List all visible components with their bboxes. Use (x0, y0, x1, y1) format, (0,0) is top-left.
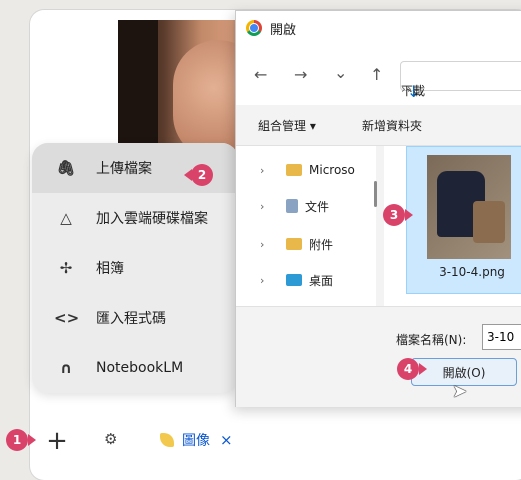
image-chip-label: 圖像 (182, 433, 210, 449)
back-icon[interactable]: ← (254, 65, 267, 84)
organize-button[interactable]: 組合管理 ▾ (258, 117, 316, 134)
filename-label: 檔案名稱(N): (396, 333, 467, 347)
menu-item-label: 上傳檔案 (96, 161, 152, 177)
menu-item-import-code[interactable]: <> 匯入程式碼 (32, 293, 238, 343)
tree-item-label: 桌面 (309, 273, 334, 288)
tree-item-microsoft[interactable]: › Microso (236, 152, 376, 188)
address-bar[interactable]: ↓ › 下載 › (400, 61, 521, 101)
step-badge-1: 1 (6, 429, 28, 451)
close-icon[interactable]: × (220, 431, 233, 449)
new-folder-button[interactable]: 新增資料夾 (362, 117, 422, 134)
dialog-titlebar: 開啟 (236, 11, 521, 45)
paperclip-icon: 🖇 (56, 159, 76, 177)
file-item-selected[interactable]: 3-10-4.png (406, 146, 521, 294)
dialog-title: 開啟 (270, 22, 297, 38)
tools-icon[interactable]: ⚙ (104, 430, 117, 448)
file-name-label: 3-10-4.png (439, 265, 505, 279)
filename-input[interactable]: 3-10 (482, 324, 521, 350)
menu-item-label: 匯入程式碼 (96, 311, 166, 327)
image-chip[interactable]: 圖像 × (160, 430, 233, 450)
tree-item-documents[interactable]: › 文件 (236, 188, 376, 224)
menu-item-notebooklm[interactable]: ∩ NotebookLM (32, 343, 238, 393)
mouse-cursor-icon: ➤ (452, 381, 468, 402)
folder-icon (286, 164, 302, 176)
code-icon: <> (54, 309, 80, 327)
dialog-footer: 檔案名稱(N): 3-10 開啟(O) (236, 306, 521, 407)
badge-pointer (405, 209, 413, 221)
chrome-icon (246, 20, 262, 36)
tree-item-desktop[interactable]: › 桌面 (236, 262, 376, 298)
file-list: 3-10-4.png (384, 146, 521, 306)
badge-pointer (419, 363, 427, 375)
menu-item-label: 加入雲端硬碟檔案 (96, 211, 208, 227)
menu-item-photos[interactable]: ✢ 相簿 (32, 243, 238, 293)
add-button[interactable]: + (42, 426, 72, 456)
chevron-down-icon[interactable]: ⌄ (334, 63, 347, 82)
chevron-right-icon[interactable]: › (260, 164, 274, 177)
breadcrumb-separator: › (407, 82, 412, 96)
dialog-command-bar: 組合管理 ▾ 新增資料夾 (236, 105, 521, 146)
tree-item-label: Microso (309, 163, 355, 177)
navigation-pane: › Microso › 文件 › 附件 › 桌面 (236, 146, 376, 306)
pinwheel-icon: ✢ (59, 259, 73, 277)
up-icon[interactable]: ↑ (370, 65, 383, 84)
menu-item-drive[interactable]: △ 加入雲端硬碟檔案 (32, 193, 238, 243)
step-badge-4: 4 (397, 358, 419, 380)
menu-item-label: 相簿 (96, 261, 124, 277)
thumbnail-bag (473, 201, 505, 243)
notebooklm-icon: ∩ (59, 359, 73, 377)
tree-item-label: 附件 (309, 237, 334, 252)
tree-item-label: 文件 (305, 199, 330, 214)
banana-icon (160, 433, 174, 447)
tree-item-attachments[interactable]: › 附件 (236, 226, 376, 262)
chevron-right-icon[interactable]: › (260, 200, 274, 213)
forward-icon[interactable]: → (294, 65, 307, 84)
open-file-dialog: 開啟 ← → ⌄ ↑ ↓ › 下載 › 組合管理 ▾ 新增資料夾 › Micro… (235, 10, 521, 407)
desktop-icon (286, 274, 302, 286)
document-icon (286, 199, 298, 213)
drive-icon: △ (60, 209, 72, 227)
step-badge-3: 3 (383, 204, 405, 226)
menu-item-label: NotebookLM (96, 360, 184, 376)
folder-icon (286, 238, 302, 250)
badge-pointer (28, 434, 36, 446)
chevron-right-icon[interactable]: › (260, 238, 274, 251)
breadcrumb-downloads[interactable]: 下載 (401, 82, 425, 99)
step-badge-2: 2 (191, 164, 213, 186)
dialog-navbar: ← → ⌄ ↑ ↓ › 下載 › (236, 45, 521, 105)
image-thumbnail (427, 155, 511, 259)
chevron-right-icon[interactable]: › (260, 274, 274, 287)
tree-scrollbar[interactable] (374, 181, 377, 207)
photo-hair (118, 20, 158, 160)
